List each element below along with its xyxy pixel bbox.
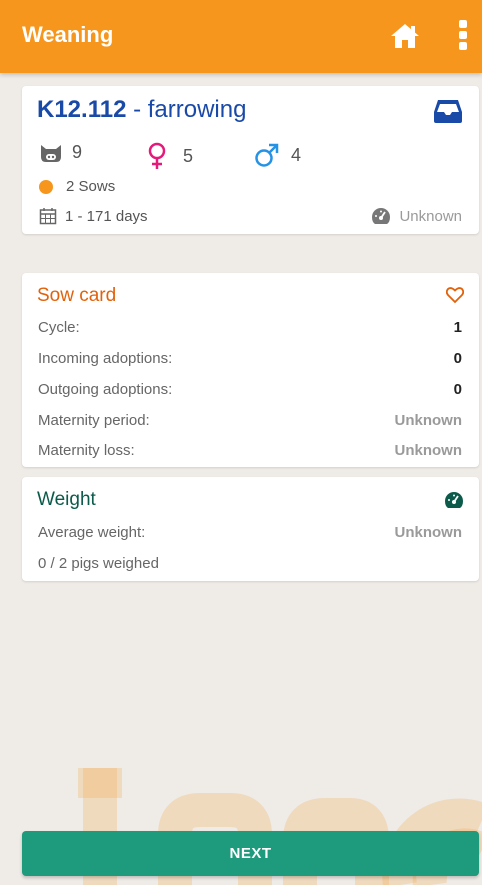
row-value: Unknown xyxy=(394,442,463,459)
row-label: Average weight: xyxy=(38,524,146,541)
heart-icon xyxy=(445,287,465,308)
female-stat: 5 xyxy=(146,142,193,170)
group-card[interactable]: K12.112 - farrowing 9 5 4 2 Sows 1 - 171… xyxy=(22,86,479,234)
gauge-icon xyxy=(444,491,464,514)
total-pigs-stat: 9 xyxy=(39,142,82,163)
weight-card-title: Weight xyxy=(37,489,96,510)
maternity-period-row: Maternity period: Unknown xyxy=(38,412,462,432)
sow-card-title: Sow card xyxy=(37,285,117,306)
weight-card: Weight Average weight: Unknown 0 / 2 pig… xyxy=(22,477,479,581)
group-code: K12.112 xyxy=(37,96,127,123)
age-range: 1 - 171 days xyxy=(39,207,148,225)
female-icon xyxy=(148,142,166,169)
average-weight-row: Average weight: Unknown xyxy=(38,524,462,544)
pigs-weighed-row: 0 / 2 pigs weighed xyxy=(38,555,462,575)
outgoing-adoptions-row: Outgoing adoptions: 0 xyxy=(38,381,462,401)
status-dot xyxy=(39,179,53,194)
row-value: Unknown xyxy=(394,412,463,429)
inbox-icon[interactable] xyxy=(433,98,463,124)
total-pigs-count: 9 xyxy=(72,142,83,162)
next-button[interactable]: NEXT xyxy=(22,831,479,876)
group-separator: - xyxy=(126,96,148,123)
app-title: Weaning xyxy=(22,22,114,47)
sow-card: Sow card Cycle: 1 Incoming adoptions: 0 … xyxy=(22,273,479,467)
row-label: Incoming adoptions: xyxy=(38,350,173,367)
row-label: Maternity period: xyxy=(38,412,150,429)
gauge-status: Unknown xyxy=(371,207,462,225)
home-icon[interactable] xyxy=(389,22,421,50)
row-value: 1 xyxy=(453,319,462,336)
age-range-text: 1 - 171 days xyxy=(65,207,148,225)
cycle-row: Cycle: 1 xyxy=(38,319,462,339)
sows-count: 2 Sows xyxy=(66,178,116,195)
row-value: 0 xyxy=(453,381,462,398)
pigs-weighed-text: 0 / 2 pigs weighed xyxy=(38,555,159,572)
pig-icon xyxy=(41,144,61,162)
more-vert-icon[interactable] xyxy=(455,18,471,52)
female-count: 5 xyxy=(183,145,194,166)
male-icon xyxy=(255,143,279,167)
male-count: 4 xyxy=(291,144,302,165)
maternity-loss-row: Maternity loss: Unknown xyxy=(38,442,462,462)
row-label: Maternity loss: xyxy=(38,442,135,459)
row-label: Cycle: xyxy=(38,319,80,336)
group-status: farrowing xyxy=(147,96,247,123)
row-label: Outgoing adoptions: xyxy=(38,381,173,398)
gauge-icon xyxy=(372,208,391,224)
app-bar: Weaning xyxy=(0,0,482,73)
sows-info: 2 Sows xyxy=(39,178,115,195)
incoming-adoptions-row: Incoming adoptions: 0 xyxy=(38,350,462,370)
row-value: 0 xyxy=(453,350,462,367)
male-stat: 4 xyxy=(254,142,301,168)
row-value: Unknown xyxy=(394,524,463,541)
calendar-icon xyxy=(39,208,57,225)
group-title: K12.112 - farrowing xyxy=(37,96,246,124)
gauge-status-text: Unknown xyxy=(399,207,462,225)
